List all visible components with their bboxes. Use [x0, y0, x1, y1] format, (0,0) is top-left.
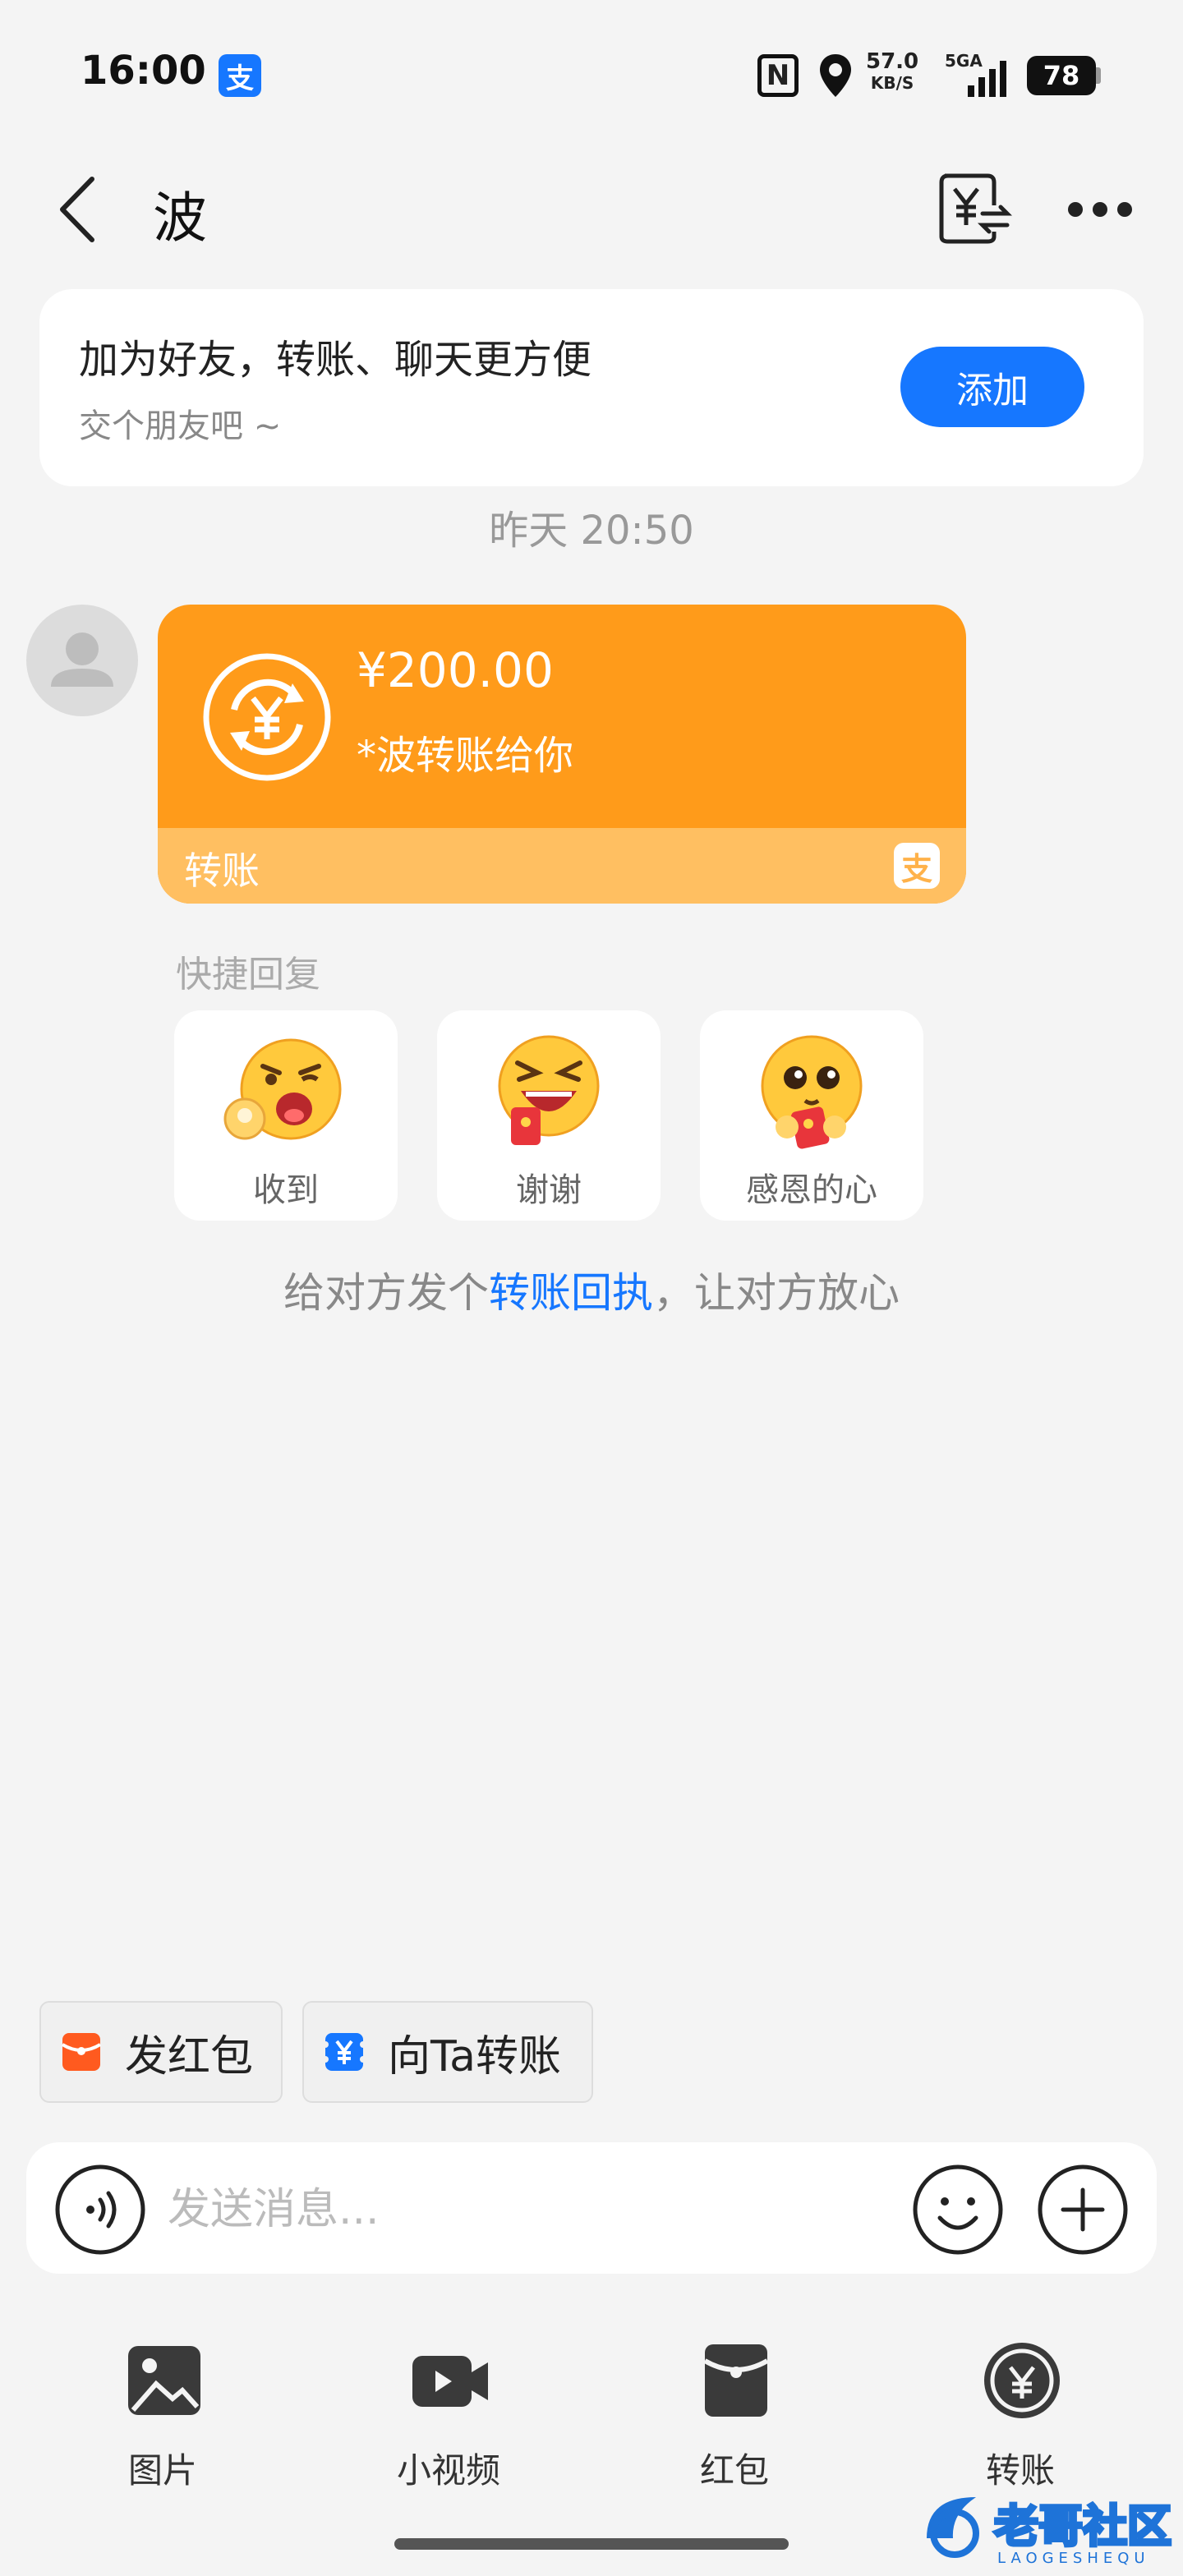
nfc-icon: N	[757, 54, 799, 97]
toolbar-red-packet[interactable]: 红包	[636, 2341, 833, 2497]
network-speed-unit: KB/S	[870, 73, 914, 93]
home-indicator[interactable]	[394, 2538, 789, 2550]
transfer-record-icon[interactable]	[937, 171, 1012, 246]
transfer-to-ta-label: 向Ta转账	[388, 2031, 562, 2082]
grateful-emoji-icon	[761, 1035, 863, 1149]
transfer-receipt-hint: 给对方发个转账回执，让对方放心	[0, 1260, 1183, 1319]
send-red-packet-label: 发红包	[125, 2031, 254, 2082]
toolbar-image[interactable]: 图片	[64, 2341, 261, 2497]
red-packet-icon	[703, 2344, 769, 2417]
network-speed-value: 57.0	[866, 49, 919, 74]
avatar[interactable]	[26, 605, 138, 716]
add-friend-banner-title: 加为好友，转账、聊天更方便	[79, 337, 592, 383]
message-timestamp: 昨天 20:50	[489, 508, 694, 554]
toolbar-red-packet-label: 红包	[699, 2450, 769, 2491]
toolbar-video[interactable]: 小视频	[350, 2341, 547, 2497]
red-packet-icon	[61, 2033, 102, 2071]
toolbar-transfer[interactable]: 转账	[922, 2341, 1119, 2497]
quick-reply-label: 谢谢	[516, 1171, 582, 1209]
watermark-subtext: LAOGESHEQU	[997, 2550, 1150, 2567]
quick-reply-label: 收到	[253, 1171, 319, 1209]
more-options-button[interactable]	[1068, 189, 1134, 230]
add-friend-banner-subtitle: 交个朋友吧 ~	[79, 407, 282, 445]
quick-reply-thanks[interactable]: 谢谢	[437, 1010, 661, 1221]
quick-reply-grateful[interactable]: 感恩的心	[700, 1010, 923, 1221]
toolbar-image-label: 图片	[127, 2450, 197, 2491]
alipay-logo-icon: 支	[894, 843, 940, 889]
video-icon	[412, 2356, 488, 2407]
watermark-logo: 老哥社区 LAOGESHEQU	[927, 2497, 1173, 2567]
status-time: 16:00	[81, 48, 206, 94]
quick-reply-received[interactable]: 收到	[174, 1010, 398, 1221]
battery-tip	[1096, 67, 1101, 84]
transfer-icon	[984, 2343, 1060, 2418]
ok-hand-emoji-icon	[223, 1038, 342, 1140]
toolbar-video-label: 小视频	[396, 2450, 500, 2491]
battery-icon: 78	[1027, 56, 1096, 95]
quick-reply-title: 快捷回复	[176, 954, 320, 996]
transfer-note: *波转账给你	[357, 733, 574, 779]
transfer-to-ta-chip[interactable]: 向Ta转账	[302, 2001, 593, 2103]
location-icon	[820, 54, 851, 97]
transfer-card-icon	[324, 2033, 365, 2071]
receipt-hint-suffix: ，让对方放心	[653, 1269, 900, 1317]
plus-icon[interactable]	[1037, 2164, 1129, 2256]
dot	[1068, 202, 1083, 217]
dot	[1093, 202, 1107, 217]
default-avatar-icon	[51, 632, 113, 687]
grinning-red-envelope-emoji-icon	[498, 1035, 600, 1145]
transfer-type-label: 转账	[184, 849, 260, 893]
voice-input-icon[interactable]	[54, 2164, 146, 2256]
transfer-amount: ¥200.00	[357, 642, 554, 698]
chat-title: 波	[153, 186, 207, 250]
quick-reply-label: 感恩的心	[746, 1171, 877, 1209]
receipt-hint-prefix: 给对方发个	[283, 1269, 489, 1317]
message-input[interactable]	[168, 2169, 874, 2251]
send-red-packet-chip[interactable]: 发红包	[39, 2001, 283, 2103]
transfer-receipt-link[interactable]: 转账回执	[489, 1269, 653, 1317]
emoji-icon[interactable]	[912, 2164, 1004, 2256]
add-friend-button[interactable]: 添加	[900, 347, 1084, 427]
image-icon	[128, 2346, 200, 2415]
signal-icon	[968, 61, 1010, 97]
watermark-text: 老哥社区	[994, 2500, 1171, 2552]
dot	[1117, 202, 1132, 217]
alipay-notification-icon: 支	[219, 54, 261, 97]
network-speed: 57.0 KB/S	[866, 51, 918, 94]
transfer-yuan-icon	[203, 653, 331, 781]
back-button[interactable]	[49, 172, 107, 246]
transfer-card-footer	[158, 828, 966, 904]
